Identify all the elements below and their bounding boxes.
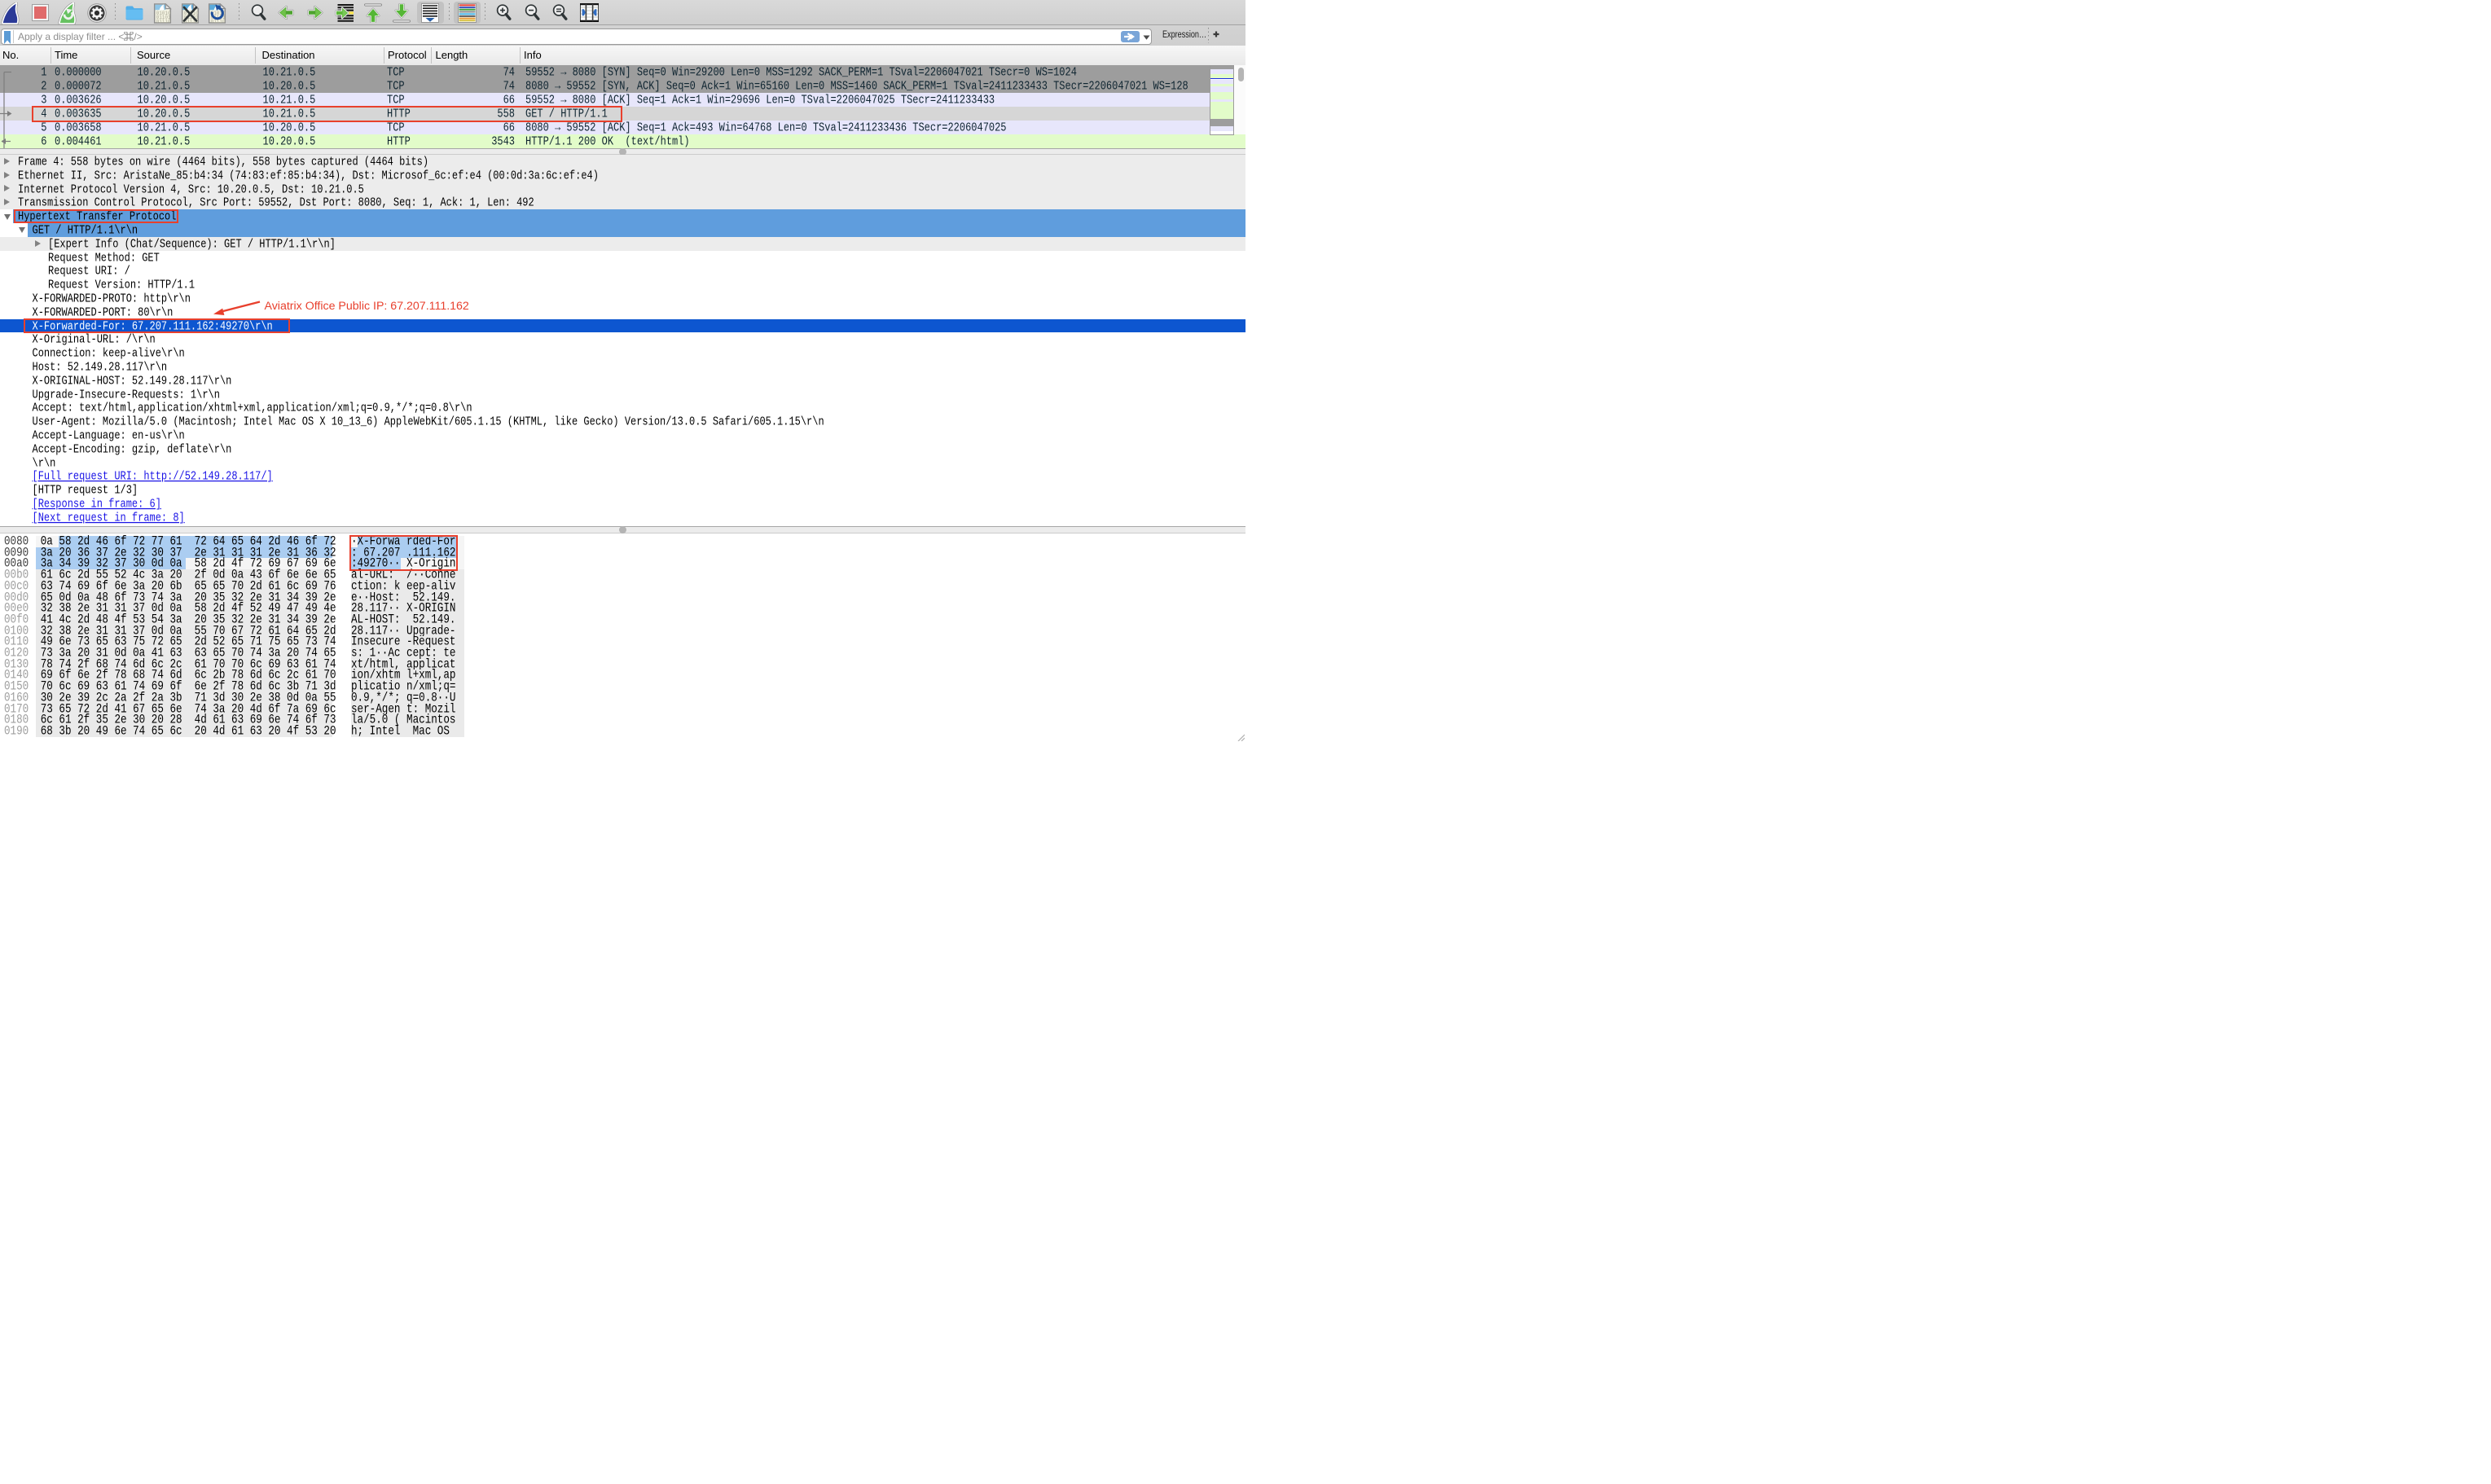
svg-text:01110: 01110 bbox=[156, 19, 170, 24]
